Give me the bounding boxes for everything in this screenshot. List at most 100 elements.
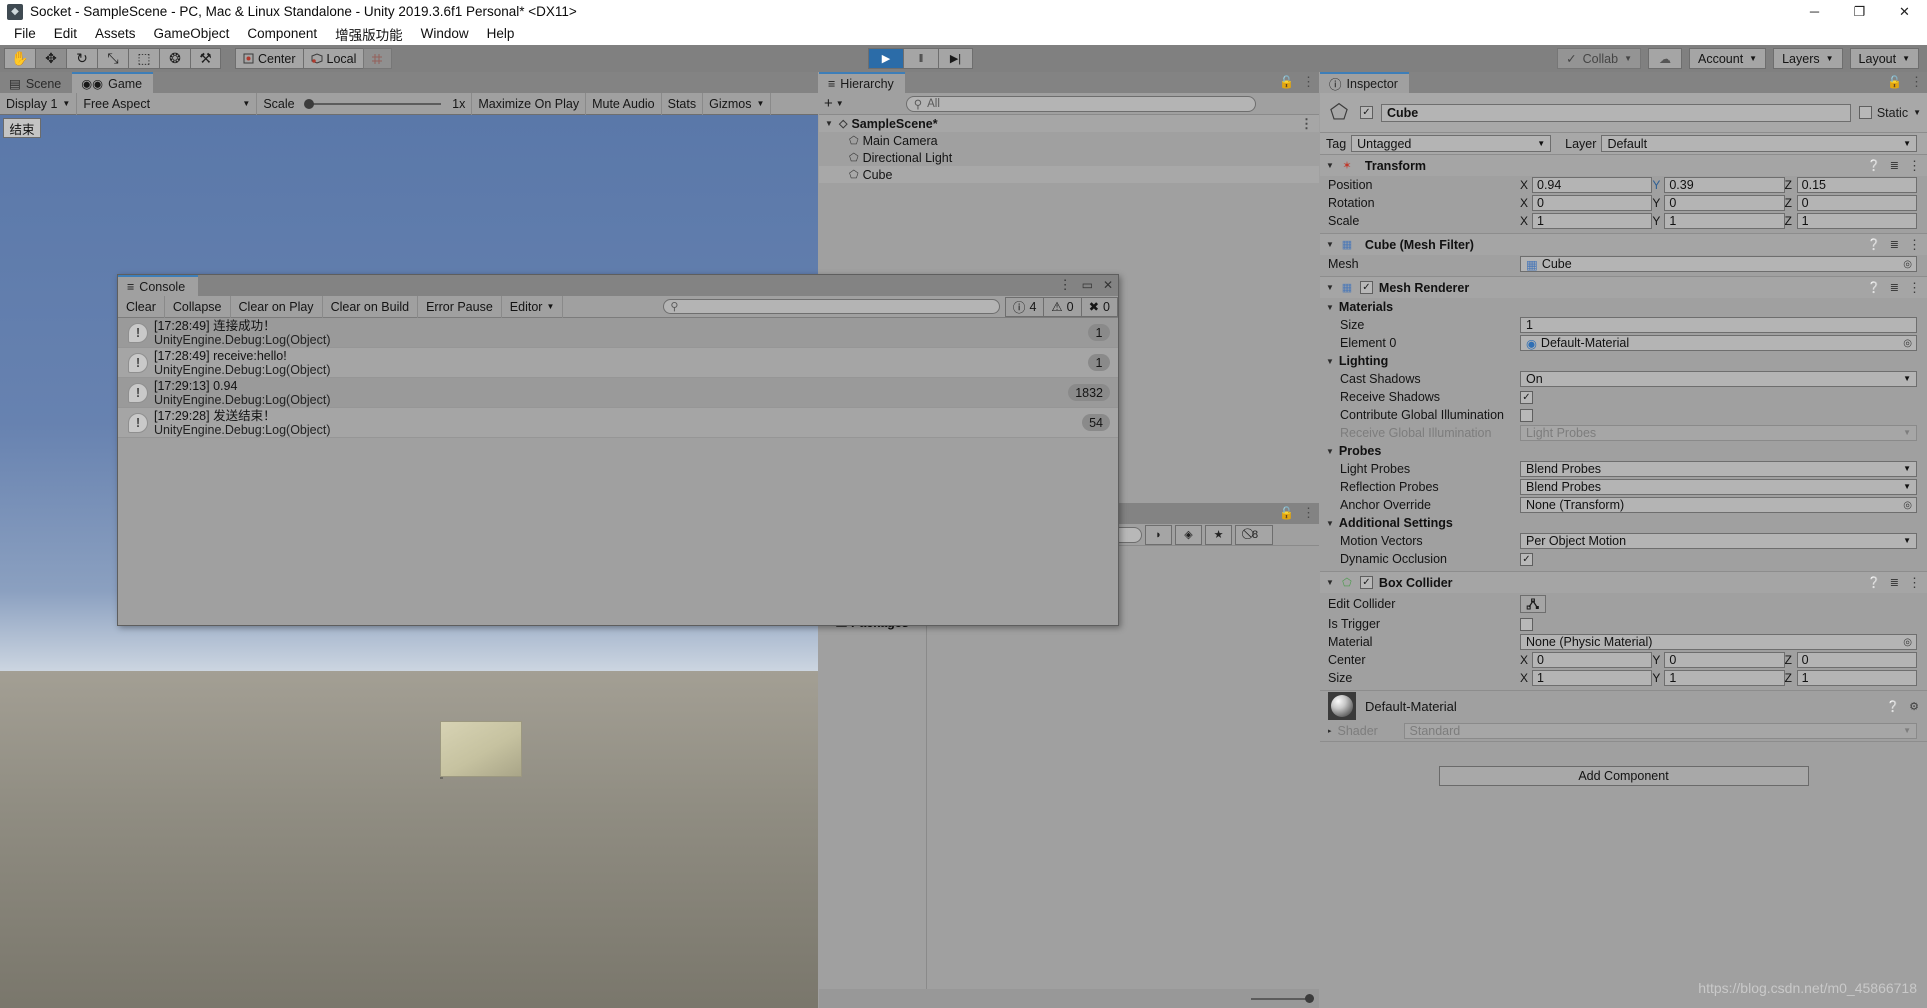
- filter-by-label-icon[interactable]: ◈: [1175, 524, 1202, 545]
- motion-vectors-dropdown[interactable]: Per Object Motion ▼: [1520, 533, 1917, 549]
- material-preview-header[interactable]: Default-Material ❔ ⚙: [1320, 691, 1927, 721]
- console-editor-dropdown[interactable]: Editor ▼: [502, 295, 564, 318]
- kebab-menu-icon[interactable]: ⋮: [1302, 75, 1315, 88]
- tab-hierarchy[interactable]: ≡ Hierarchy: [819, 72, 905, 93]
- center-z-input[interactable]: 0: [1796, 652, 1917, 668]
- object-name-input[interactable]: Cube: [1381, 103, 1851, 122]
- console-clear-button[interactable]: Clear: [118, 295, 165, 318]
- help-icon[interactable]: ❔: [1867, 281, 1881, 294]
- end-button[interactable]: 结束: [3, 118, 41, 138]
- kebab-menu-icon[interactable]: ⋮: [1908, 238, 1921, 251]
- rect-tool-icon[interactable]: ⬚: [128, 48, 159, 69]
- menu-enhanced-features[interactable]: 增强版功能: [326, 22, 412, 47]
- console-log-row[interactable]: ! [17:28:49] receive:hello! UnityEngine.…: [118, 348, 1118, 378]
- component-header[interactable]: ▼ ▦ Cube (Mesh Filter) ❔ ≣ ⋮: [1320, 234, 1927, 255]
- help-icon[interactable]: ❔: [1867, 159, 1881, 172]
- menu-assets[interactable]: Assets: [86, 24, 145, 44]
- play-button[interactable]: ▶: [868, 48, 903, 69]
- lock-icon[interactable]: 🔓: [1279, 75, 1294, 89]
- console-log-row[interactable]: ! [17:29:28] 发送结束！ UnityEngine.Debug:Log…: [118, 408, 1118, 438]
- tab-game[interactable]: ◉◉ Game: [72, 72, 154, 93]
- contribute-gi-checkbox[interactable]: ✓: [1520, 408, 1533, 422]
- hand-tool-icon[interactable]: ✋: [4, 48, 35, 69]
- chevron-down-icon[interactable]: ▼: [1326, 519, 1334, 528]
- chevron-down-icon[interactable]: ▼: [1326, 578, 1334, 587]
- center-x-input[interactable]: 0: [1532, 652, 1653, 668]
- kebab-menu-icon[interactable]: ⋮: [1059, 278, 1072, 291]
- light-probes-dropdown[interactable]: Blend Probes ▼: [1520, 461, 1917, 477]
- hidden-packages-toggle[interactable]: ⃠ 8: [1235, 524, 1273, 545]
- position-z-input[interactable]: 0.15: [1796, 177, 1917, 193]
- add-component-button[interactable]: Add Component: [1438, 766, 1809, 786]
- chevron-down-icon[interactable]: ▼: [1326, 357, 1334, 366]
- move-tool-icon[interactable]: ✥: [35, 48, 66, 69]
- kebab-menu-icon[interactable]: ⋮: [1908, 281, 1921, 294]
- rotation-y-input[interactable]: 0: [1664, 195, 1785, 211]
- step-button[interactable]: ▶|: [938, 48, 973, 69]
- lock-icon[interactable]: 🔓: [1279, 506, 1294, 520]
- component-header[interactable]: ▼ ▦ ✓ Mesh Renderer ❔ ≣ ⋮: [1320, 277, 1927, 298]
- console-collapse-button[interactable]: Collapse: [165, 295, 231, 318]
- kebab-menu-icon[interactable]: ⋮: [1300, 117, 1313, 130]
- reflection-probes-dropdown[interactable]: Blend Probes ▼: [1520, 479, 1917, 495]
- scale-tool-icon[interactable]: ⤡: [97, 48, 128, 69]
- chevron-down-icon[interactable]: ▼: [1326, 447, 1334, 456]
- display-dropdown[interactable]: Display 1 ▼: [0, 92, 78, 115]
- tab-inspector[interactable]: ⓘ Inspector: [1320, 72, 1409, 93]
- preset-icon[interactable]: ≣: [1890, 238, 1899, 251]
- position-x-input[interactable]: 0.94: [1532, 177, 1653, 193]
- kebab-menu-icon[interactable]: ⋮: [1302, 506, 1315, 519]
- hierarchy-row-cube[interactable]: ⬠ Cube: [819, 166, 1319, 183]
- maximize-on-play-toggle[interactable]: Maximize On Play: [472, 92, 587, 115]
- chevron-down-icon[interactable]: ▼: [1326, 240, 1334, 249]
- static-checkbox[interactable]: ✓: [1858, 106, 1872, 119]
- scale-slider-track[interactable]: [303, 98, 442, 109]
- favorites-icon[interactable]: ★: [1205, 524, 1232, 545]
- chevron-down-icon[interactable]: ▼: [1326, 303, 1334, 312]
- scale-slider-knob[interactable]: [303, 98, 314, 109]
- collider-material-field[interactable]: None (Physic Material) ◎: [1520, 634, 1917, 650]
- layout-button[interactable]: Layout ▼: [1849, 48, 1919, 69]
- dynamic-occlusion-checkbox[interactable]: ✓: [1520, 552, 1533, 566]
- chevron-right-icon[interactable]: ▸: [1328, 727, 1332, 735]
- object-picker-icon[interactable]: ◎: [1903, 259, 1912, 270]
- hierarchy-row-directional-light[interactable]: ⬠ Directional Light: [819, 149, 1319, 166]
- custom-tool-icon[interactable]: ⚒: [190, 48, 221, 69]
- scale-slider[interactable]: Scale 1x: [257, 92, 473, 115]
- handle-mode-button[interactable]: Local: [302, 48, 364, 69]
- console-log-row[interactable]: ! [17:28:49] 连接成功！ UnityEngine.Debug:Log…: [118, 318, 1118, 348]
- layer-dropdown[interactable]: Default ▼: [1601, 135, 1917, 152]
- stats-toggle[interactable]: Stats: [662, 92, 704, 115]
- console-clear-on-build-button[interactable]: Clear on Build: [323, 295, 419, 318]
- mute-audio-toggle[interactable]: Mute Audio: [586, 92, 662, 115]
- gear-icon[interactable]: ⚙: [1909, 700, 1919, 713]
- menu-component[interactable]: Component: [238, 24, 326, 44]
- tab-scene[interactable]: ▤ Scene: [0, 72, 73, 93]
- kebab-menu-icon[interactable]: ⋮: [1910, 75, 1923, 88]
- materials-element0-field[interactable]: ◉ Default-Material ◎: [1520, 335, 1917, 351]
- preset-icon[interactable]: ≣: [1890, 159, 1899, 172]
- is-trigger-checkbox[interactable]: ✓: [1520, 617, 1533, 631]
- filter-by-type-icon[interactable]: ◗: [1145, 524, 1172, 545]
- group-additional-settings[interactable]: ▼ Additional Settings: [1320, 514, 1927, 532]
- gizmos-dropdown[interactable]: Gizmos ▼: [703, 92, 772, 115]
- chevron-down-icon[interactable]: ▼: [825, 119, 835, 128]
- cloud-icon[interactable]: ☁: [1648, 48, 1682, 69]
- menu-help[interactable]: Help: [478, 24, 524, 44]
- error-count[interactable]: ✖ 0: [1080, 296, 1118, 317]
- kebab-menu-icon[interactable]: ⋮: [1908, 576, 1921, 589]
- add-gameobject-button[interactable]: + ▼: [824, 95, 844, 112]
- tag-dropdown[interactable]: Untagged ▼: [1351, 135, 1552, 152]
- pivot-mode-button[interactable]: Center: [235, 48, 303, 69]
- menu-window[interactable]: Window: [412, 24, 478, 44]
- help-icon[interactable]: ❔: [1886, 700, 1900, 713]
- console-minimize-button[interactable]: ▭: [1082, 278, 1093, 292]
- console-error-pause-button[interactable]: Error Pause: [418, 295, 502, 318]
- help-icon[interactable]: ❔: [1867, 576, 1881, 589]
- help-icon[interactable]: ❔: [1867, 238, 1881, 251]
- center-y-input[interactable]: 0: [1664, 652, 1785, 668]
- object-enabled-checkbox[interactable]: ✓: [1360, 106, 1373, 119]
- scale-y-input[interactable]: 1: [1664, 213, 1785, 229]
- object-picker-icon[interactable]: ◎: [1903, 338, 1912, 349]
- object-picker-icon[interactable]: ◎: [1903, 500, 1912, 511]
